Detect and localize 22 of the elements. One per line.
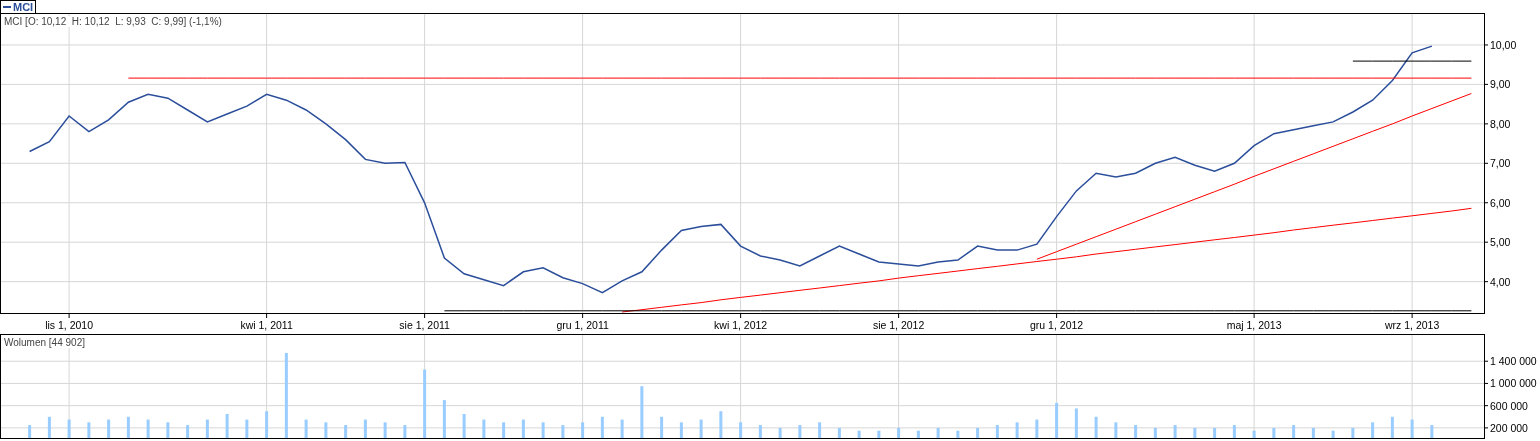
axis-label: gru 1, 2012: [1030, 319, 1084, 331]
axis-label: lis 1, 2010: [45, 319, 94, 331]
axis-label: 4,00: [1490, 275, 1511, 288]
axis-label: sie 1, 2011: [399, 319, 450, 331]
axis-label: kwi 1, 2011: [240, 319, 293, 331]
axis-label: 1 000 000: [1490, 377, 1537, 390]
axis-label: 200 000: [1490, 421, 1528, 434]
axis-label: 9,00: [1490, 78, 1511, 91]
axis-label: 5,00: [1490, 236, 1511, 249]
chart-title: MCI [O: 10,12 H: 10,12 L: 9,93 C: 9,99] (-1,1%): [4, 16, 222, 27]
axis-label: gru 1, 2011: [556, 319, 609, 331]
axis-label: 6,00: [1490, 196, 1511, 209]
axis-label: 7,00: [1490, 157, 1511, 170]
axis-label: 8,00: [1490, 117, 1511, 130]
axis-label: maj 1, 2013: [1226, 319, 1282, 331]
chart-title: Wolumen [44 902]: [4, 337, 85, 348]
axis-label: kwi 1, 2012: [714, 319, 768, 331]
axis-label: 1 400 000: [1490, 355, 1537, 368]
axis-label: wrz 1, 2013: [1384, 319, 1440, 331]
axis-label: sie 1, 2012: [872, 319, 925, 331]
axis-label: 10,00: [1490, 38, 1517, 51]
axis-label: 600 000: [1490, 399, 1528, 412]
